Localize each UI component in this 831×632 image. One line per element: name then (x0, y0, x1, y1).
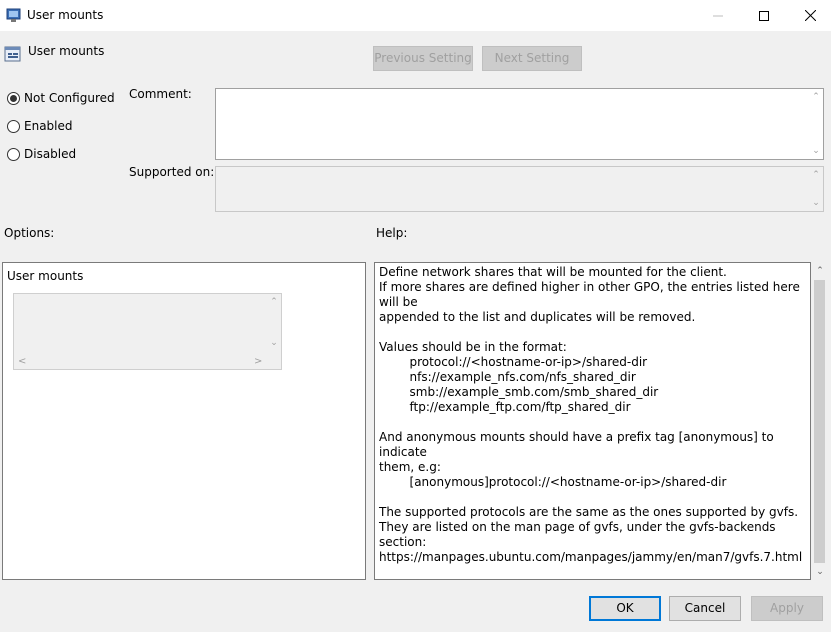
scroll-down-icon[interactable]: ⌄ (815, 567, 825, 577)
next-setting-button[interactable]: Next Setting (482, 46, 582, 71)
help-panel: Define network shares that will be mount… (374, 262, 811, 580)
scroll-down-icon[interactable]: ⌄ (811, 146, 821, 156)
user-mounts-list[interactable]: ⌃ ⌄ < > (13, 293, 282, 370)
radio-label: Enabled (24, 119, 73, 133)
supported-on-field: ⌃ ⌄ (215, 166, 824, 212)
scroll-up-icon[interactable]: ⌃ (811, 170, 821, 180)
minimize-icon (713, 15, 723, 16)
comment-field[interactable]: ⌃ ⌄ (215, 88, 824, 160)
close-icon (804, 10, 816, 21)
radio-unchecked-icon (7, 119, 20, 133)
policy-editor-icon (6, 8, 21, 22)
maximize-button[interactable] (741, 0, 787, 31)
scrollbar-thumb[interactable] (814, 280, 825, 563)
supported-on-label: Supported on: (129, 165, 215, 179)
radio-checked-icon (7, 91, 20, 105)
scroll-down-icon[interactable]: ⌄ (269, 338, 279, 348)
policy-name: User mounts (28, 44, 105, 58)
cancel-button[interactable]: Cancel (669, 596, 741, 621)
window-title: User mounts (27, 8, 104, 22)
radio-disabled[interactable]: Disabled (7, 147, 76, 161)
comment-label: Comment: (129, 87, 192, 101)
options-panel-title: User mounts (7, 269, 84, 283)
help-section-label: Help: (376, 226, 408, 240)
scroll-down-icon[interactable]: ⌄ (811, 198, 821, 208)
radio-unchecked-icon (7, 147, 20, 161)
scroll-up-icon[interactable]: ⌃ (811, 92, 821, 102)
radio-label: Not Configured (24, 91, 115, 105)
scroll-left-icon[interactable]: < (18, 356, 26, 367)
scroll-up-icon[interactable]: ⌃ (815, 266, 825, 276)
help-text: Define network shares that will be mount… (379, 265, 803, 564)
help-scrollbar[interactable]: ⌃ ⌄ (811, 262, 828, 580)
radio-not-configured[interactable]: Not Configured (7, 91, 115, 105)
maximize-icon (759, 10, 769, 21)
previous-setting-button[interactable]: Previous Setting (373, 46, 473, 71)
policy-setting-icon (4, 46, 21, 62)
close-button[interactable] (787, 0, 831, 31)
apply-button[interactable]: Apply (751, 596, 823, 621)
minimize-button[interactable] (695, 0, 741, 31)
scroll-right-icon[interactable]: > (254, 356, 262, 367)
options-section-label: Options: (4, 226, 55, 240)
radio-label: Disabled (24, 147, 77, 161)
ok-button[interactable]: OK (589, 596, 661, 621)
title-bar: User mounts (0, 0, 831, 31)
scroll-up-icon[interactable]: ⌃ (269, 297, 279, 307)
radio-enabled[interactable]: Enabled (7, 119, 73, 133)
options-panel: User mounts ⌃ ⌄ < > (2, 262, 366, 580)
